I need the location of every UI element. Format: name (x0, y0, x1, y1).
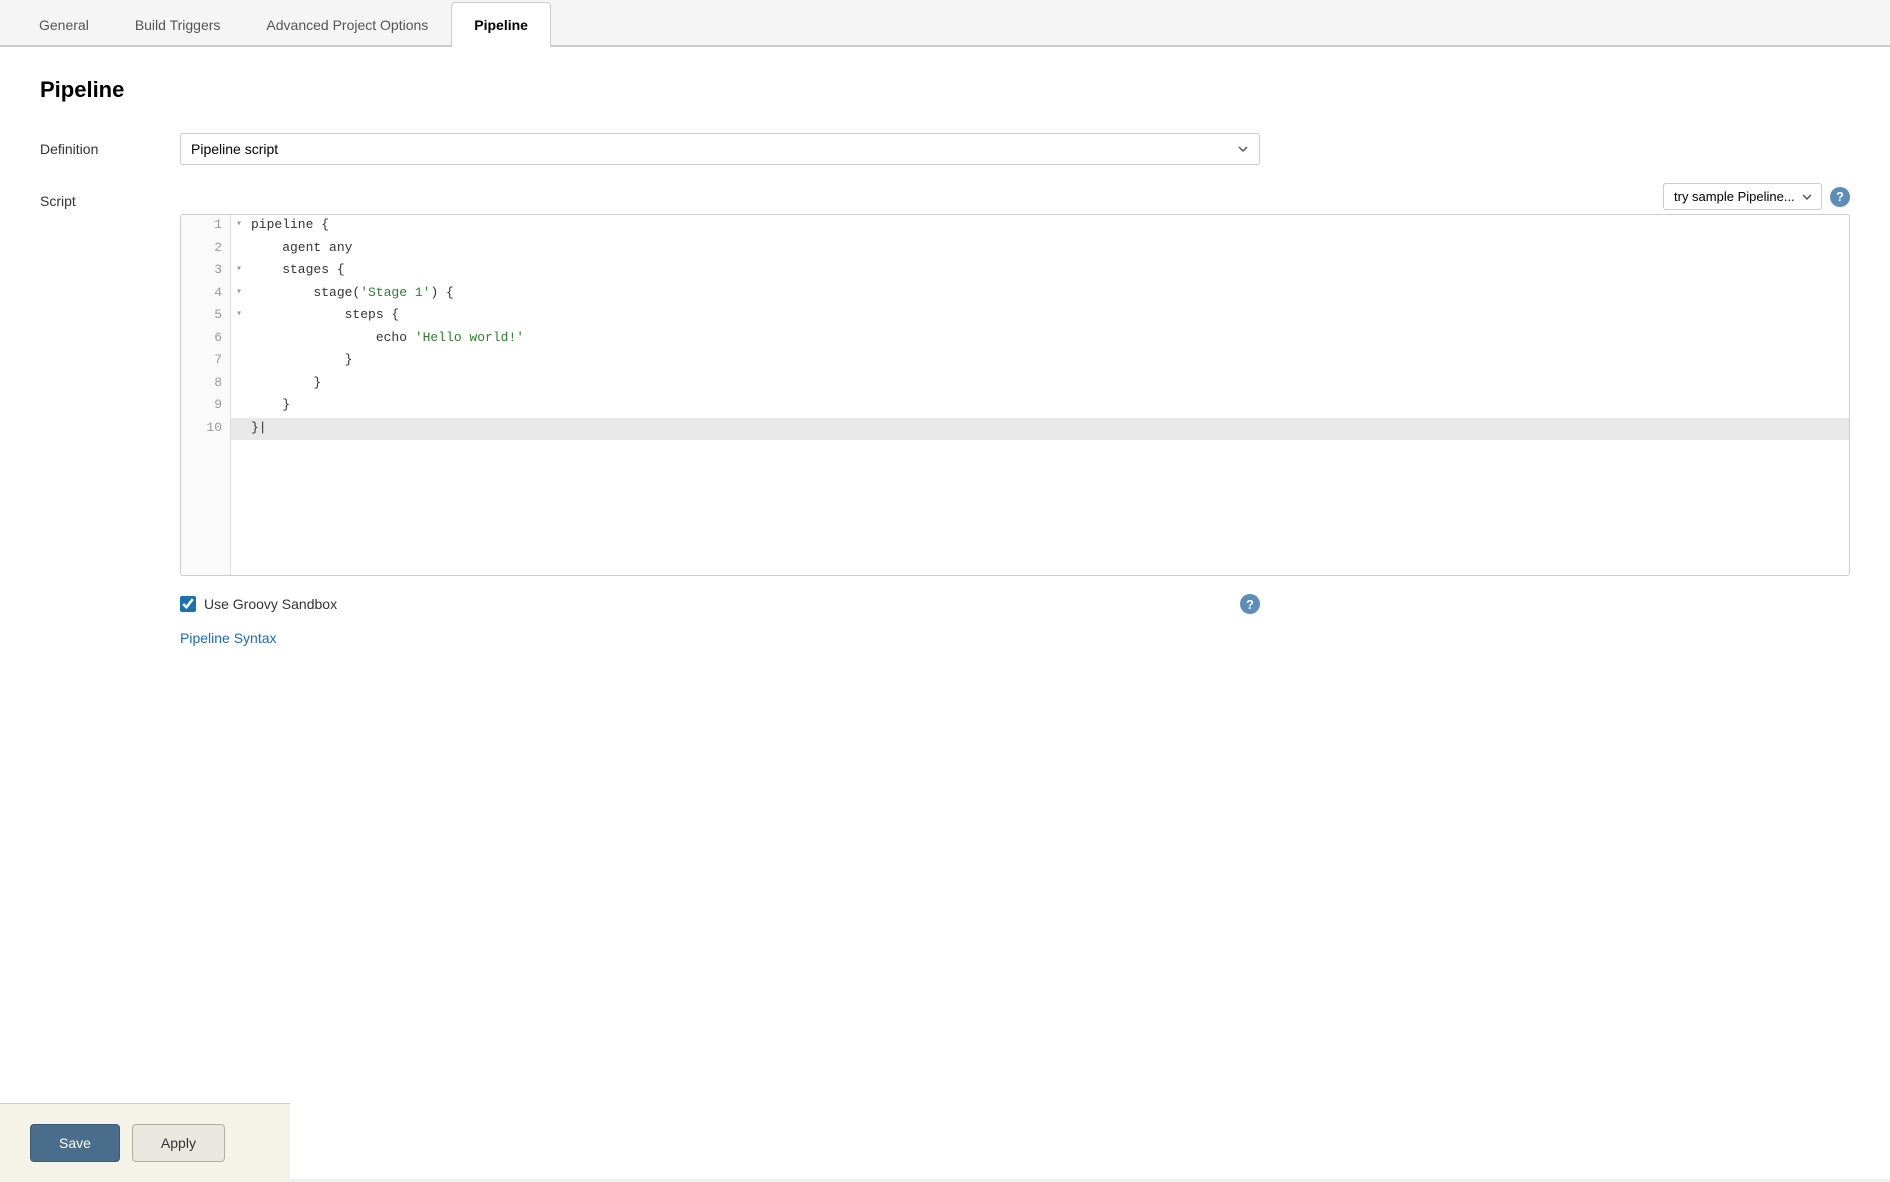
line-code-empty-2 (247, 463, 1849, 486)
code-line-6: 6 echo 'Hello world!' (181, 328, 1849, 351)
pipeline-syntax-link[interactable]: Pipeline Syntax (180, 630, 277, 646)
definition-row: Definition Pipeline script Pipeline scri… (40, 133, 1850, 165)
sandbox-inner: Use Groovy Sandbox ? (180, 594, 1260, 614)
sandbox-help-icon[interactable]: ? (1240, 594, 1260, 614)
groovy-sandbox-checkbox[interactable] (180, 596, 196, 612)
code-line-5: 5 ▾ steps { (181, 305, 1849, 328)
sample-pipeline-select[interactable]: try sample Pipeline... (1663, 183, 1822, 210)
line-num-empty-6 (181, 553, 231, 576)
code-line-empty-6 (181, 553, 1849, 576)
line-arrow-10 (231, 418, 247, 441)
script-wrap: try sample Pipeline... ? 1 ▾ pipeline { … (180, 183, 1850, 576)
line-num-3: 3 (181, 260, 231, 283)
line-num-empty-3 (181, 485, 231, 508)
tab-general[interactable]: General (16, 2, 112, 47)
line-arrow-1[interactable]: ▾ (231, 215, 247, 238)
line-num-10: 10 (181, 418, 231, 441)
line-arrow-3[interactable]: ▾ (231, 260, 247, 283)
line-arrow-5[interactable]: ▾ (231, 305, 247, 328)
line-arrow-empty-6 (231, 553, 247, 576)
code-line-7: 7 } (181, 350, 1849, 373)
tab-build-triggers[interactable]: Build Triggers (112, 2, 244, 47)
code-line-empty-2 (181, 463, 1849, 486)
tab-pipeline[interactable]: Pipeline (451, 2, 551, 47)
line-code-4: stage('Stage 1') { (247, 283, 1849, 306)
code-line-1: 1 ▾ pipeline { (181, 215, 1849, 238)
line-num-empty-5 (181, 530, 231, 553)
code-line-empty-5 (181, 530, 1849, 553)
line-arrow-empty-1 (231, 440, 247, 463)
line-code-7: } (247, 350, 1849, 373)
definition-control-wrap: Pipeline script Pipeline script from SCM (180, 133, 1850, 165)
line-num-8: 8 (181, 373, 231, 396)
code-line-10: 10 }| (181, 418, 1849, 441)
tab-advanced-project-options[interactable]: Advanced Project Options (243, 2, 451, 47)
sandbox-area: Use Groovy Sandbox ? (180, 594, 1850, 614)
code-line-3: 3 ▾ stages { (181, 260, 1849, 283)
line-num-empty-2 (181, 463, 231, 486)
line-code-5: steps { (247, 305, 1849, 328)
code-line-4: 4 ▾ stage('Stage 1') { (181, 283, 1849, 306)
line-code-empty-5 (247, 530, 1849, 553)
line-code-empty-1 (247, 440, 1849, 463)
line-arrow-empty-4 (231, 508, 247, 531)
line-code-6: echo 'Hello world!' (247, 328, 1849, 351)
line-arrow-2 (231, 238, 247, 261)
line-arrow-9 (231, 395, 247, 418)
apply-button[interactable]: Apply (132, 1124, 225, 1162)
line-num-4: 4 (181, 283, 231, 306)
code-lines: 1 ▾ pipeline { 2 agent any 3 ▾ (181, 215, 1849, 575)
code-line-8: 8 } (181, 373, 1849, 396)
line-arrow-empty-2 (231, 463, 247, 486)
line-arrow-4[interactable]: ▾ (231, 283, 247, 306)
code-line-empty-4 (181, 508, 1849, 531)
line-num-2: 2 (181, 238, 231, 261)
script-label: Script (40, 183, 180, 209)
line-code-empty-4 (247, 508, 1849, 531)
line-num-9: 9 (181, 395, 231, 418)
line-code-9: } (247, 395, 1849, 418)
line-num-empty-1 (181, 440, 231, 463)
line-code-empty-6 (247, 553, 1849, 576)
code-editor[interactable]: 1 ▾ pipeline { 2 agent any 3 ▾ (180, 214, 1850, 576)
script-help-icon[interactable]: ? (1830, 187, 1850, 207)
line-code-8: } (247, 373, 1849, 396)
definition-select[interactable]: Pipeline script Pipeline script from SCM (180, 133, 1260, 165)
line-code-1: pipeline { (247, 215, 1849, 238)
line-arrow-6 (231, 328, 247, 351)
bottom-bar: Save Apply (0, 1103, 290, 1182)
line-code-3: stages { (247, 260, 1849, 283)
main-content: Pipeline Definition Pipeline script Pipe… (0, 47, 1890, 1179)
line-code-2: agent any (247, 238, 1849, 261)
code-line-empty-1 (181, 440, 1849, 463)
line-num-6: 6 (181, 328, 231, 351)
script-row: Script try sample Pipeline... ? 1 ▾ pipe… (40, 183, 1850, 576)
line-num-1: 1 (181, 215, 231, 238)
line-code-10: }| (247, 418, 1849, 441)
code-line-9: 9 } (181, 395, 1849, 418)
tabs-bar: General Build Triggers Advanced Project … (0, 0, 1890, 47)
page-title: Pipeline (40, 77, 1850, 103)
sandbox-label: Use Groovy Sandbox (204, 596, 337, 612)
line-arrow-empty-5 (231, 530, 247, 553)
code-line-2: 2 agent any (181, 238, 1849, 261)
line-code-empty-3 (247, 485, 1849, 508)
save-button[interactable]: Save (30, 1124, 120, 1162)
code-line-empty-3 (181, 485, 1849, 508)
line-num-empty-4 (181, 508, 231, 531)
script-header: try sample Pipeline... ? (180, 183, 1850, 210)
definition-label: Definition (40, 133, 180, 157)
line-num-5: 5 (181, 305, 231, 328)
line-num-7: 7 (181, 350, 231, 373)
line-arrow-empty-3 (231, 485, 247, 508)
line-arrow-7 (231, 350, 247, 373)
line-arrow-8 (231, 373, 247, 396)
